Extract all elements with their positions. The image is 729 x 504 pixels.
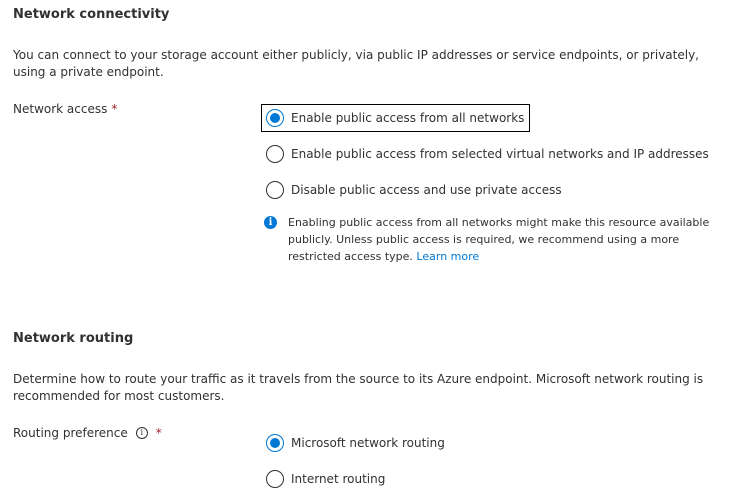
radio-button[interactable] <box>266 145 284 163</box>
network-access-label: Network access * <box>13 102 117 116</box>
radio-button-checked[interactable] <box>266 109 284 127</box>
network-access-label-text: Network access <box>13 102 108 116</box>
info-message-body: Enabling public access from all networks… <box>288 216 710 263</box>
network-connectivity-description: You can connect to your storage account … <box>13 48 699 79</box>
network-routing-heading: Network routing <box>13 331 134 346</box>
info-circle-icon[interactable]: i <box>135 427 148 439</box>
radio-microsoft-network-routing[interactable]: Microsoft network routing <box>261 429 451 457</box>
routing-preference-label-text: Routing preference <box>13 426 128 440</box>
required-marker: * <box>111 102 118 116</box>
required-marker: * <box>155 426 162 440</box>
radio-label: Microsoft network routing <box>291 436 445 450</box>
radio-internet-routing[interactable]: Internet routing <box>261 465 391 493</box>
radio-label: Enable public access from all networks <box>291 111 525 125</box>
network-routing-description: Determine how to route your traffic as i… <box>13 372 704 403</box>
radio-enable-public-all-networks[interactable]: Enable public access from all networks <box>261 104 531 132</box>
network-connectivity-heading: Network connectivity <box>13 7 170 22</box>
learn-more-link[interactable]: Learn more <box>416 250 479 263</box>
radio-button-checked[interactable] <box>266 434 284 452</box>
routing-preference-label: Routing preference i * <box>13 426 162 440</box>
radio-button[interactable] <box>266 470 284 488</box>
radio-label: Enable public access from selected virtu… <box>291 147 709 161</box>
info-icon: i <box>264 216 277 229</box>
info-message-text: Enabling public access from all networks… <box>288 214 724 265</box>
radio-button[interactable] <box>266 181 284 199</box>
public-access-info-message: i Enabling public access from all networ… <box>264 214 724 265</box>
radio-label: Disable public access and use private ac… <box>291 183 562 197</box>
radio-enable-public-selected-networks[interactable]: Enable public access from selected virtu… <box>261 140 715 168</box>
radio-disable-public-access[interactable]: Disable public access and use private ac… <box>261 176 568 204</box>
radio-label: Internet routing <box>291 472 386 486</box>
